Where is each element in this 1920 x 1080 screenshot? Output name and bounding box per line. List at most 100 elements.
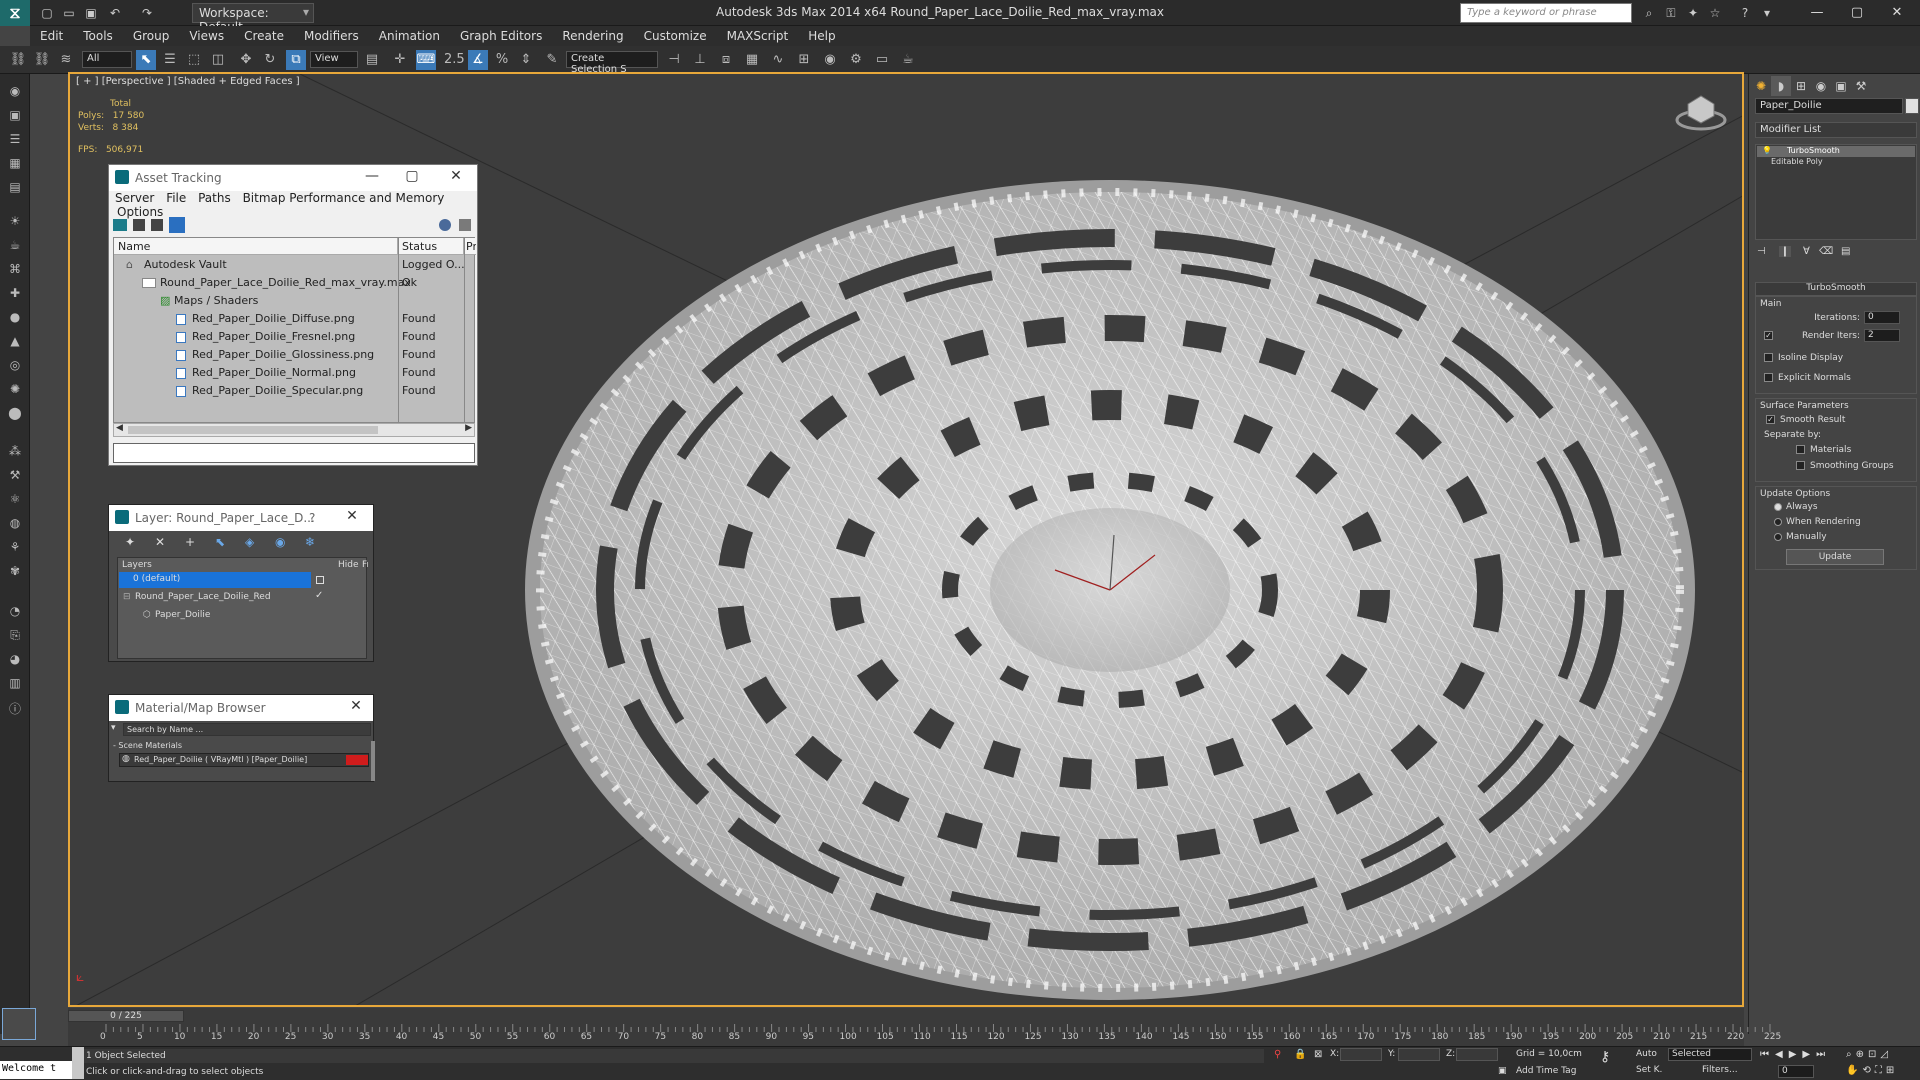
script-icon[interactable]: ⎘ bbox=[5, 628, 25, 646]
undo-icon[interactable]: ↶ bbox=[106, 4, 124, 22]
menu-views[interactable]: Views bbox=[179, 26, 234, 46]
selection-filter-dropdown[interactable]: All bbox=[82, 51, 132, 68]
layer-manager-icon[interactable]: ⧈ bbox=[716, 50, 736, 70]
render-iters-checkbox[interactable]: ✓ bbox=[1764, 331, 1773, 340]
hammer-icon[interactable]: ⚒ bbox=[5, 468, 25, 486]
materials-checkbox[interactable] bbox=[1796, 445, 1805, 454]
column-header-layers[interactable]: Layers bbox=[122, 560, 152, 570]
help-dropdown-icon[interactable]: ▾ bbox=[1758, 4, 1776, 22]
angle-snap-icon[interactable]: ∡ bbox=[468, 50, 488, 70]
mini-curve-editor-icon[interactable] bbox=[2, 1008, 36, 1040]
zoom-extents-icon[interactable]: ⊡ bbox=[1868, 1049, 1880, 1060]
column-header-pr[interactable]: Pr bbox=[464, 238, 476, 255]
sphere-icon[interactable]: ● bbox=[5, 310, 25, 328]
reference-coordinate-dropdown[interactable]: View bbox=[310, 51, 358, 68]
menu-graph-editors[interactable]: Graph Editors bbox=[450, 26, 552, 46]
iterations-spinner[interactable]: 0 bbox=[1864, 311, 1900, 324]
pan-icon[interactable]: ✋ bbox=[1846, 1065, 1862, 1076]
browser-options-icon[interactable]: ▾ bbox=[111, 723, 123, 735]
key-filter-dropdown[interactable]: Selected bbox=[1668, 1048, 1752, 1061]
app-logo-icon[interactable]: ⧖ bbox=[0, 0, 30, 26]
motion-tab-icon[interactable]: ◉ bbox=[1811, 76, 1831, 96]
asset-table-view-icon[interactable] bbox=[151, 219, 163, 231]
key-filters-button[interactable]: Filters... bbox=[1702, 1065, 1752, 1078]
helper-icon[interactable]: ✚ bbox=[5, 286, 25, 304]
asset-menu-server[interactable]: Server bbox=[115, 191, 154, 205]
help-search-input[interactable]: Type a keyword or phrase bbox=[1460, 3, 1632, 23]
select-objects-icon[interactable]: ⬉ bbox=[215, 535, 225, 549]
menu-customize[interactable]: Customize bbox=[634, 26, 717, 46]
zoom-all-icon[interactable]: ⊕ bbox=[1856, 1049, 1868, 1060]
always-radio[interactable] bbox=[1774, 503, 1782, 511]
when-rendering-radio[interactable] bbox=[1774, 518, 1782, 526]
communication-icon[interactable]: ✦ bbox=[1684, 4, 1702, 22]
modifier-turbosmooth[interactable]: TurboSmooth bbox=[1757, 146, 1915, 157]
rect-selection-icon[interactable]: ⬚ bbox=[184, 50, 204, 70]
new-file-icon[interactable]: ▢ bbox=[38, 4, 56, 22]
expand-icon[interactable]: ⊟ bbox=[123, 592, 131, 602]
box-icon[interactable]: ▣ bbox=[5, 108, 25, 126]
bulb-icon[interactable]: 💡 bbox=[1762, 146, 1772, 155]
z-field[interactable] bbox=[1456, 1048, 1498, 1061]
select-object-icon[interactable]: ⬉ bbox=[136, 50, 156, 70]
isolate-icon[interactable]: ⚲ bbox=[1274, 1049, 1281, 1060]
maxscript-listener[interactable]: Welcome t bbox=[0, 1061, 72, 1079]
list-icon[interactable]: ☰ bbox=[5, 132, 25, 150]
column-header-name[interactable]: Name bbox=[114, 238, 398, 255]
workspace-dropdown[interactable]: Workspace: Default bbox=[192, 3, 314, 34]
asset-grid-view-icon[interactable] bbox=[169, 217, 185, 233]
smooth-result-checkbox[interactable]: ✓ bbox=[1766, 415, 1775, 424]
object-name-field[interactable]: Paper_Doilie bbox=[1755, 98, 1903, 114]
maxscript-splitter[interactable] bbox=[72, 1047, 84, 1079]
material-list-scrollbar[interactable] bbox=[371, 741, 375, 781]
layer-row-default[interactable]: 0 (default) bbox=[119, 572, 311, 588]
render-sphere-icon[interactable]: ◕ bbox=[5, 652, 25, 670]
hide-all-icon[interactable]: ◉ bbox=[275, 535, 285, 549]
update-button[interactable]: Update bbox=[1786, 549, 1884, 565]
layer-icon[interactable]: ▤ bbox=[5, 180, 25, 198]
display-tab-icon[interactable]: ▣ bbox=[1831, 76, 1851, 96]
asset-menu-options[interactable]: Options bbox=[117, 205, 163, 219]
default-layer-checkbox[interactable] bbox=[316, 576, 324, 584]
torus-icon[interactable]: ◎ bbox=[5, 358, 25, 376]
asset-settings-icon[interactable] bbox=[459, 219, 471, 231]
teapot-icon[interactable]: ☕ bbox=[5, 238, 25, 256]
asset-path-field[interactable] bbox=[113, 443, 475, 463]
menu-group[interactable]: Group bbox=[123, 26, 180, 46]
info-icon[interactable]: ⓘ bbox=[5, 700, 25, 718]
asset-list-view-icon[interactable] bbox=[133, 219, 145, 231]
utilities-tab-icon[interactable]: ⚒ bbox=[1851, 76, 1871, 96]
cone-icon[interactable]: ▲ bbox=[5, 334, 25, 352]
help-icon[interactable]: ? bbox=[1736, 4, 1754, 22]
table-row[interactable]: Red_Paper_Doilie_Specular.png Found bbox=[114, 382, 476, 400]
particles-icon[interactable]: ⁂ bbox=[5, 444, 25, 462]
keyboard-shortcut-toggle-icon[interactable]: ⌨ bbox=[416, 50, 436, 70]
menu-rendering[interactable]: Rendering bbox=[552, 26, 633, 46]
maximize-viewport-icon[interactable]: ⊞ bbox=[1886, 1065, 1898, 1076]
x-field[interactable] bbox=[1340, 1048, 1382, 1061]
asset-tracking-close-button[interactable]: ✕ bbox=[445, 168, 467, 188]
column-header-status[interactable]: Status bbox=[398, 238, 464, 255]
select-link-icon[interactable]: ⛓ bbox=[8, 50, 28, 70]
menu-help[interactable]: Help bbox=[798, 26, 845, 46]
render-production-icon[interactable]: ☕ bbox=[898, 50, 918, 70]
menu-maxscript[interactable]: MAXScript bbox=[717, 26, 799, 46]
asset-menu-paths[interactable]: Paths bbox=[198, 191, 231, 205]
dynamics-icon[interactable]: ⚛ bbox=[5, 492, 25, 510]
redo-icon[interactable]: ↷ bbox=[138, 4, 156, 22]
scene-materials-header[interactable]: - Scene Materials bbox=[113, 741, 371, 751]
table-row[interactable]: Red_Paper_Doilie_Fresnel.png Found bbox=[114, 328, 476, 346]
manually-radio[interactable] bbox=[1774, 533, 1782, 541]
select-manipulate-icon[interactable]: ✛ bbox=[390, 50, 410, 70]
time-slider[interactable]: 0 / 225 bbox=[68, 1010, 184, 1022]
curve-editor-icon[interactable]: ∿ bbox=[768, 50, 788, 70]
eye-icon[interactable]: ◉ bbox=[5, 84, 25, 102]
render-setup-icon[interactable]: ⚙ bbox=[846, 50, 866, 70]
add-time-tag-button[interactable]: Add Time Tag bbox=[1516, 1066, 1576, 1076]
current-frame-field[interactable]: 0 bbox=[1778, 1065, 1814, 1078]
show-end-result-icon[interactable]: ❙ bbox=[1779, 246, 1791, 257]
menu-animation[interactable]: Animation bbox=[369, 26, 450, 46]
prev-frame-icon[interactable]: ◀ bbox=[1775, 1049, 1789, 1060]
table-row[interactable]: Red_Paper_Doilie_Glossiness.png Found bbox=[114, 346, 476, 364]
mirror-icon[interactable]: ⊣ bbox=[664, 50, 684, 70]
